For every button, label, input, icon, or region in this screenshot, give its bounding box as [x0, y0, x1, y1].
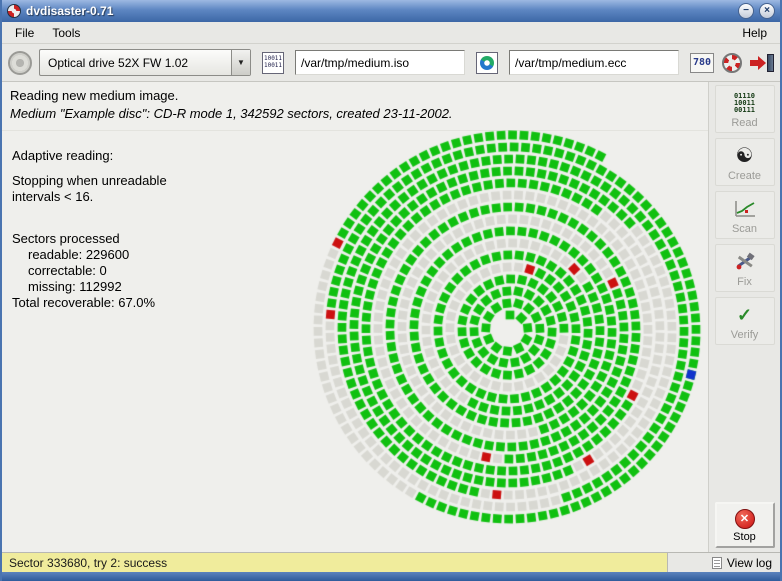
- quit-arrow-shaft: [750, 59, 758, 66]
- minimize-button[interactable]: −: [738, 3, 754, 19]
- close-button[interactable]: ×: [759, 3, 775, 19]
- view-log-button[interactable]: View log: [668, 553, 780, 572]
- status-headline: Reading new medium image.: [10, 88, 179, 103]
- drive-select[interactable]: Optical drive 52X FW 1.02 ▼: [39, 49, 251, 76]
- checkmark-icon: ✓: [736, 305, 753, 325]
- sectors-correctable: correctable: 0: [28, 263, 107, 278]
- log-file-icon: [711, 556, 722, 569]
- ecc-file-icon: [476, 51, 498, 74]
- menu-file[interactable]: File: [6, 23, 43, 43]
- sectors-readable: readable: 229600: [28, 247, 130, 262]
- stop-x-glyph: ✕: [739, 512, 750, 525]
- verify-label: Verify: [730, 329, 759, 341]
- fix-label: Fix: [737, 276, 752, 288]
- read-binary-icon: 01110 10011 00111: [734, 91, 755, 115]
- app-window: dvdisaster-0.71 − × File Tools Help Opti…: [0, 0, 782, 581]
- reading-stats: Adaptive reading: Stopping when unreadab…: [12, 148, 167, 311]
- window-bottom-border: [2, 572, 780, 581]
- drive-icon[interactable]: [8, 50, 32, 75]
- menu-help[interactable]: Help: [733, 23, 776, 43]
- create-button[interactable]: ☯ Create: [714, 138, 775, 186]
- image-file-button[interactable]: 10011 10011: [258, 48, 288, 78]
- stop-label: Stop: [733, 531, 756, 543]
- adaptive-title: Adaptive reading:: [12, 148, 114, 163]
- medium-description: Medium "Example disc": CD-R mode 1, 3425…: [10, 106, 453, 121]
- ecc-disc-icon: [480, 55, 494, 70]
- drive-select-value: Optical drive 52X FW 1.02: [48, 55, 189, 70]
- stopping-line2: intervals < 16.: [12, 189, 94, 204]
- preferences-icon[interactable]: 780: [690, 52, 714, 73]
- status-message: Sector 333680, try 2: success: [2, 553, 668, 572]
- window-body: Reading new medium image. Medium "Exampl…: [2, 82, 780, 552]
- menu-tools[interactable]: Tools: [43, 23, 89, 43]
- yinyang-icon: ☯: [735, 145, 754, 167]
- main-area: Reading new medium image. Medium "Exampl…: [2, 82, 709, 552]
- menubar: File Tools Help: [2, 22, 780, 44]
- statusbar: Sector 333680, try 2: success View log: [2, 552, 780, 572]
- app-icon: [7, 4, 21, 18]
- read-label: Read: [731, 117, 758, 129]
- read-bits-3: 00111: [733, 105, 756, 114]
- help-lifering-icon[interactable]: [722, 52, 742, 73]
- read-button[interactable]: 01110 10011 00111 Read: [714, 85, 775, 133]
- tools-icon: [733, 250, 757, 274]
- stop-button[interactable]: ✕ Stop: [714, 502, 775, 548]
- ecc-file-button[interactable]: [472, 48, 502, 78]
- action-sidebar: 01110 10011 00111 Read ☯ Create Scan Fix…: [709, 82, 780, 552]
- total-recoverable: Total recoverable: 67.0%: [12, 295, 156, 310]
- sector-spiral-visualization: [310, 130, 708, 530]
- toolbar: Optical drive 52X FW 1.02 ▼ 10011 10011 …: [2, 44, 780, 82]
- window-title: dvdisaster-0.71: [26, 4, 114, 18]
- sectors-missing: missing: 112992: [28, 279, 122, 294]
- chevron-down-icon[interactable]: ▼: [231, 50, 250, 75]
- toolbar-right-icons: 780: [690, 52, 774, 73]
- titlebar: dvdisaster-0.71 − ×: [2, 0, 780, 22]
- ecc-path-input[interactable]: [509, 50, 679, 75]
- scan-chart-icon: [733, 197, 757, 221]
- create-label: Create: [727, 170, 762, 182]
- verify-button[interactable]: ✓ Verify: [714, 297, 775, 345]
- fix-button[interactable]: Fix: [714, 244, 775, 292]
- info-block: Reading new medium image. Medium "Exampl…: [2, 82, 708, 131]
- quit-icon[interactable]: [750, 53, 774, 72]
- image-file-icon: 10011 10011: [262, 51, 284, 74]
- view-log-label: View log: [726, 555, 772, 570]
- quit-arrow-head: [758, 55, 766, 70]
- iso-path-input[interactable]: [295, 50, 465, 75]
- stop-icon: ✕: [734, 509, 755, 529]
- scan-button[interactable]: Scan: [714, 191, 775, 239]
- sectors-title: Sectors processed: [12, 231, 120, 246]
- quit-door: [767, 53, 774, 72]
- scan-label: Scan: [731, 223, 758, 235]
- image-file-icon-bits2: 10011: [263, 62, 283, 69]
- stopping-line1: Stopping when unreadable: [12, 173, 167, 188]
